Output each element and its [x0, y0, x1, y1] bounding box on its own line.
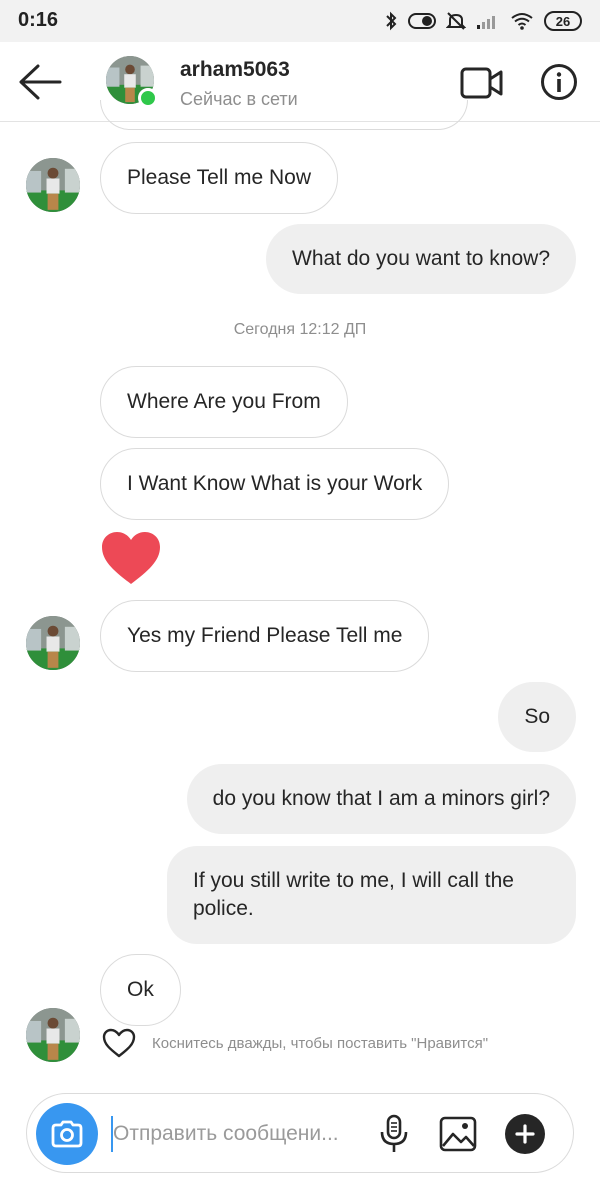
- incoming-message[interactable]: I Want Know What is your Work: [100, 448, 450, 520]
- sender-avatar[interactable]: [26, 158, 80, 212]
- wifi-icon: [511, 13, 533, 30]
- message-composer: [26, 1093, 574, 1173]
- battery-icon: 26: [544, 11, 582, 31]
- plus-icon: [515, 1124, 535, 1144]
- like-hint: Коснитесь дважды, чтобы поставить "Нрави…: [152, 1035, 489, 1052]
- avatar-image: [26, 1008, 80, 1062]
- camera-icon: [51, 1120, 83, 1148]
- mute-icon: [446, 12, 466, 30]
- outgoing-message[interactable]: What do you want to know?: [266, 224, 576, 294]
- outgoing-message[interactable]: do you know that I am a minors girl?: [186, 764, 576, 834]
- previous-message-bubble: [100, 100, 468, 130]
- header-avatar[interactable]: [106, 56, 158, 108]
- outgoing-message[interactable]: So: [498, 682, 576, 752]
- camera-button[interactable]: [36, 1103, 98, 1165]
- incoming-message[interactable]: Ok: [100, 954, 181, 1026]
- back-button[interactable]: [16, 62, 62, 102]
- back-arrow-icon: [19, 64, 62, 100]
- sender-avatar[interactable]: [26, 616, 80, 670]
- message-timestamp: Сегодня 12:12 ДП: [233, 321, 367, 338]
- toggle-icon: [408, 13, 436, 29]
- incoming-message[interactable]: Where Are you From: [100, 366, 348, 438]
- status-icons: 26: [384, 9, 582, 33]
- chat-username[interactable]: arham5063: [180, 58, 290, 82]
- info-button[interactable]: [540, 63, 578, 101]
- status-time: 0:16: [18, 9, 59, 31]
- outgoing-message[interactable]: If you still write to me, I will call th…: [167, 846, 576, 944]
- status-bar: 0:16 26: [0, 0, 600, 42]
- incoming-message[interactable]: Yes my Friend Please Tell me: [100, 600, 430, 672]
- image-icon: [439, 1116, 477, 1152]
- video-call-button[interactable]: [460, 66, 504, 100]
- avatar-image: [26, 158, 80, 212]
- avatar-image: [26, 616, 80, 670]
- gallery-button[interactable]: [439, 1116, 477, 1152]
- bluetooth-icon: [386, 11, 397, 31]
- video-camera-icon: [460, 67, 503, 99]
- info-icon: [541, 64, 577, 100]
- message-input[interactable]: [111, 1116, 361, 1152]
- heart-reaction-icon[interactable]: [100, 530, 162, 586]
- more-button[interactable]: [505, 1114, 545, 1154]
- sender-avatar[interactable]: [26, 1008, 80, 1062]
- incoming-message[interactable]: Please Tell me Now: [100, 142, 339, 214]
- microphone-icon: [380, 1114, 408, 1152]
- microphone-button[interactable]: [379, 1114, 409, 1154]
- signal-icon: [477, 16, 495, 29]
- heart-outline-icon[interactable]: [102, 1028, 136, 1058]
